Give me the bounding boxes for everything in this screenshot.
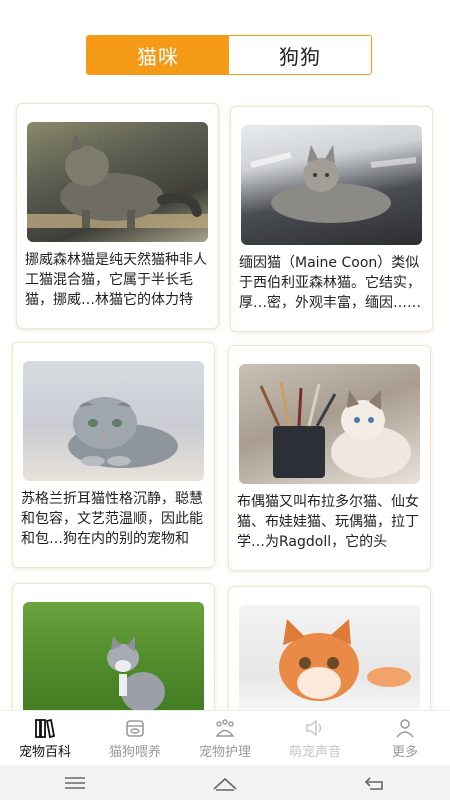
tab-label: 宠物护理 [198,745,251,760]
menu-icon[interactable] [55,771,95,795]
speaker-icon [306,719,322,737]
system-navigation-bar [0,765,450,800]
tab-label: 萌宠声音 [288,745,341,760]
category-segmented-control: 猫咪 狗狗 [86,35,372,75]
norwegian-forest-cat-photo [27,122,208,242]
maine-coon-cat-photo [241,125,422,245]
book-icon [35,718,56,739]
tab-label: 宠物百科 [18,745,71,760]
tab-dogs[interactable]: 狗狗 [229,36,371,74]
exotic-shorthair-cat-photo [239,605,420,725]
pet-card-description: 布偶猫又叫布拉多尔猫、仙女猫、布娃娃猫、玩偶猫，拉丁学…为Ragdoll，它的头… [237,494,419,550]
tab-pet-feeding[interactable]: 猫狗喂养 [90,711,180,766]
pet-card-maine-coon[interactable]: 缅因猫（Maine Coon）类似于西伯利亚森林猫。它结实，厚…密，外观丰富，缅… [230,106,433,332]
tab-pet-care[interactable]: 宠物护理 [180,711,270,766]
person-icon [396,719,414,738]
paw-icon [215,719,235,737]
tab-cats[interactable]: 猫咪 [87,36,229,74]
pet-card-description: 苏格兰折耳猫性格沉静，聪慧和包容，文艺范温顺，因此能和包…狗在内的别的宠物和平…… [21,491,203,547]
tab-label: 猫狗喂养 [108,745,161,760]
pet-card-blue-cat[interactable] [12,583,215,723]
pet-card-norwegian-forest[interactable]: 挪威森林猫是纯天然猫种非人工猫混合猫，它属于半长毛猫，挪威…林猫它的体力特别…… [16,103,219,329]
back-icon[interactable] [355,771,395,795]
ragdoll-cat-photo [239,364,420,484]
tab-pet-sounds[interactable]: 萌宠声音 [270,711,360,766]
home-icon[interactable] [205,771,245,795]
tab-more[interactable]: 更多 [360,711,450,766]
pet-card-description: 挪威森林猫是纯天然猫种非人工猫混合猫，它属于半长毛猫，挪威…林猫它的体力特别…… [25,252,207,308]
pet-card-ragdoll[interactable]: 布偶猫又叫布拉多尔猫、仙女猫、布娃娃猫、玩偶猫，拉丁学…为Ragdoll，它的头… [228,345,431,571]
pet-card-description: 缅因猫（Maine Coon）类似于西伯利亚森林猫。它结实，厚…密，外观丰富，缅… [239,255,421,311]
tab-label: 更多 [391,745,418,760]
scottish-fold-cat-photo [23,361,204,481]
bottom-tab-bar: 宠物百科 猫狗喂养 宠物护理 萌宠声音 更多 [0,710,450,766]
pet-card-exotic[interactable] [228,586,431,726]
food-bowl-icon [126,720,144,737]
tab-pet-encyclopedia[interactable]: 宠物百科 [0,711,90,766]
pet-card-scottish-fold[interactable]: 苏格兰折耳猫性格沉静，聪慧和包容，文艺范温顺，因此能和包…狗在内的别的宠物和平…… [12,342,215,568]
grey-cat-on-grass-photo [23,602,204,722]
